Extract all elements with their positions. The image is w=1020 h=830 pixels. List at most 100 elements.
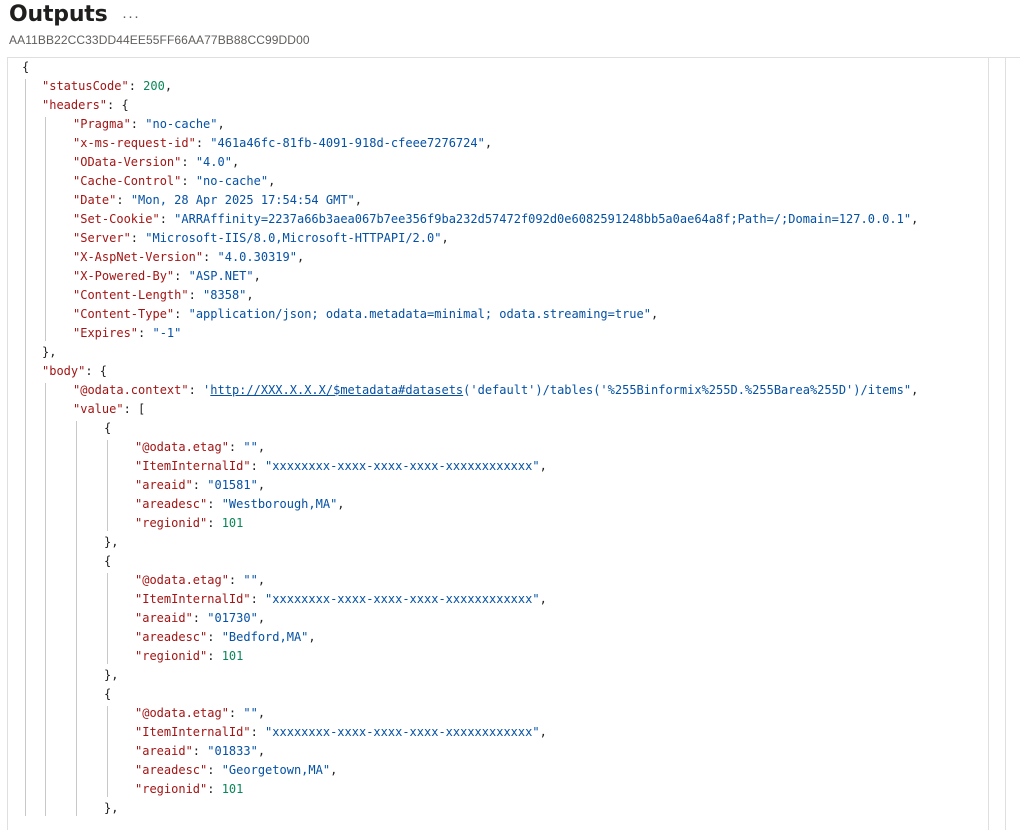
json-line: {: [22, 58, 29, 77]
json-token: ,: [246, 288, 254, 302]
json-line: "Pragma": "no-cache",: [73, 115, 225, 134]
indent-guide: [25, 79, 26, 816]
json-token: {: [104, 554, 112, 568]
json-token: ,: [217, 117, 225, 131]
json-line: "value": [: [73, 400, 145, 419]
json-line: "OData-Version": "4.0",: [73, 153, 239, 172]
json-token: :: [250, 592, 266, 606]
json-token: 200: [143, 79, 165, 93]
json-token: "xxxxxxxx-xxxx-xxxx-xxxx-xxxxxxxxxxxx": [265, 459, 540, 473]
vertical-scrollbar[interactable]: [988, 58, 1006, 830]
json-line: "Date": "Mon, 28 Apr 2025 17:54:54 GMT",: [73, 191, 362, 210]
json-token: "no-cache": [145, 117, 218, 131]
json-token: :: [207, 649, 222, 663]
json-line: "areaid": "01833",: [135, 742, 265, 761]
json-token: "8358": [203, 288, 247, 302]
json-token: },: [104, 801, 119, 815]
odata-context-link[interactable]: http://XXX.X.X.X/$metadata#datasets: [210, 383, 463, 397]
json-token: "01581": [207, 478, 258, 492]
json-token: "Expires": [73, 326, 139, 340]
json-token: ,: [253, 269, 261, 283]
json-token: "regionid": [135, 649, 208, 663]
json-token: ,: [539, 592, 547, 606]
json-token: : {: [85, 364, 108, 378]
json-token: "areadesc": [135, 497, 208, 511]
indent-guide: [45, 383, 46, 816]
more-options-icon[interactable]: ···: [122, 8, 140, 25]
json-token: ,: [337, 497, 345, 511]
json-token: "461a46fc-81fb-4091-918d-cfeee7276724": [210, 136, 485, 150]
json-token: ,: [257, 440, 266, 454]
json-token: "X-Powered-By": [73, 269, 175, 283]
json-token: "Westborough,MA": [221, 497, 338, 511]
json-token: 101: [221, 782, 244, 796]
json-token: "Content-Type": [73, 307, 175, 321]
json-token: :: [116, 193, 131, 207]
json-token: : {: [107, 98, 129, 112]
json-token: "ItemInternalId": [135, 592, 251, 606]
json-line: "Content-Type": "application/json; odata…: [73, 305, 658, 324]
json-token: "areaid": [135, 478, 193, 492]
json-token: "Server": [73, 231, 131, 245]
json-token: :: [250, 459, 266, 473]
json-line: },: [42, 343, 56, 362]
json-code: {"statusCode": 200, "headers": {"Pragma":…: [8, 58, 990, 830]
json-token: {: [104, 687, 112, 701]
json-token: "x-ms-request-id": [73, 136, 196, 150]
json-token: :: [192, 611, 208, 625]
json-token: :: [203, 250, 218, 264]
json-token: "@odata.etag": [135, 573, 229, 587]
json-token: ,: [164, 79, 173, 93]
indent-guide: [107, 706, 108, 797]
json-token: :: [138, 326, 153, 340]
json-token: "Cache-Control": [73, 174, 182, 188]
json-line: "areaid": "01730",: [135, 609, 265, 628]
json-line: "ItemInternalId": "xxxxxxxx-xxxx-xxxx-xx…: [135, 457, 547, 476]
json-line: },: [104, 533, 118, 552]
json-token: 101: [221, 649, 244, 663]
json-token: "regionid": [135, 782, 208, 796]
json-token: ,: [257, 706, 266, 720]
json-token: "@odata.etag": [135, 440, 229, 454]
json-token: "-1": [152, 326, 182, 340]
json-token: ,: [330, 763, 338, 777]
json-token: :: [128, 79, 144, 93]
json-token: :: [207, 497, 222, 511]
json-token: :: [195, 136, 211, 150]
json-token: "Set-Cookie": [73, 212, 160, 226]
run-id: AA11BB22CC33DD44EE55FF66AA77BB88CC99DD00: [9, 33, 310, 47]
json-token: "4.0.30319": [217, 250, 297, 264]
json-line: "X-AspNet-Version": "4.0.30319",: [73, 248, 304, 267]
json-line: "regionid": 101: [135, 647, 243, 666]
json-token: ,: [257, 611, 266, 625]
json-token: "ASP.NET": [188, 269, 254, 283]
json-token: "4.0": [195, 155, 232, 169]
json-token: "areadesc": [135, 763, 208, 777]
json-token: },: [104, 535, 119, 549]
json-line: "@odata.etag": "",: [135, 438, 265, 457]
json-token: ,: [539, 725, 547, 739]
json-token: "01833": [207, 744, 258, 758]
json-token: ,: [911, 212, 919, 226]
json-line: "body": {: [42, 362, 107, 381]
indent-guide: [45, 117, 46, 341]
indent-guide: [107, 440, 108, 531]
json-token: ,: [268, 174, 276, 188]
json-token: :: [188, 383, 204, 397]
json-token: :: [130, 117, 146, 131]
json-token: :: [181, 155, 196, 169]
json-token: ,: [441, 231, 449, 245]
json-token: ('default')/tables('%255Binformix%255D.%…: [463, 383, 912, 397]
json-line: "areadesc": "Bedford,MA",: [135, 628, 316, 647]
json-token: ,: [257, 478, 266, 492]
json-token: ,: [231, 155, 240, 169]
json-line: "Content-Length": "8358",: [73, 286, 254, 305]
indent-guide: [76, 421, 77, 816]
json-token: "": [243, 706, 258, 720]
json-token: :: [174, 269, 189, 283]
json-token: ,: [257, 573, 266, 587]
json-token: "regionid": [135, 516, 208, 530]
json-line: "x-ms-request-id": "461a46fc-81fb-4091-9…: [73, 134, 492, 153]
json-token: "01730": [207, 611, 258, 625]
json-token: :: [207, 782, 222, 796]
